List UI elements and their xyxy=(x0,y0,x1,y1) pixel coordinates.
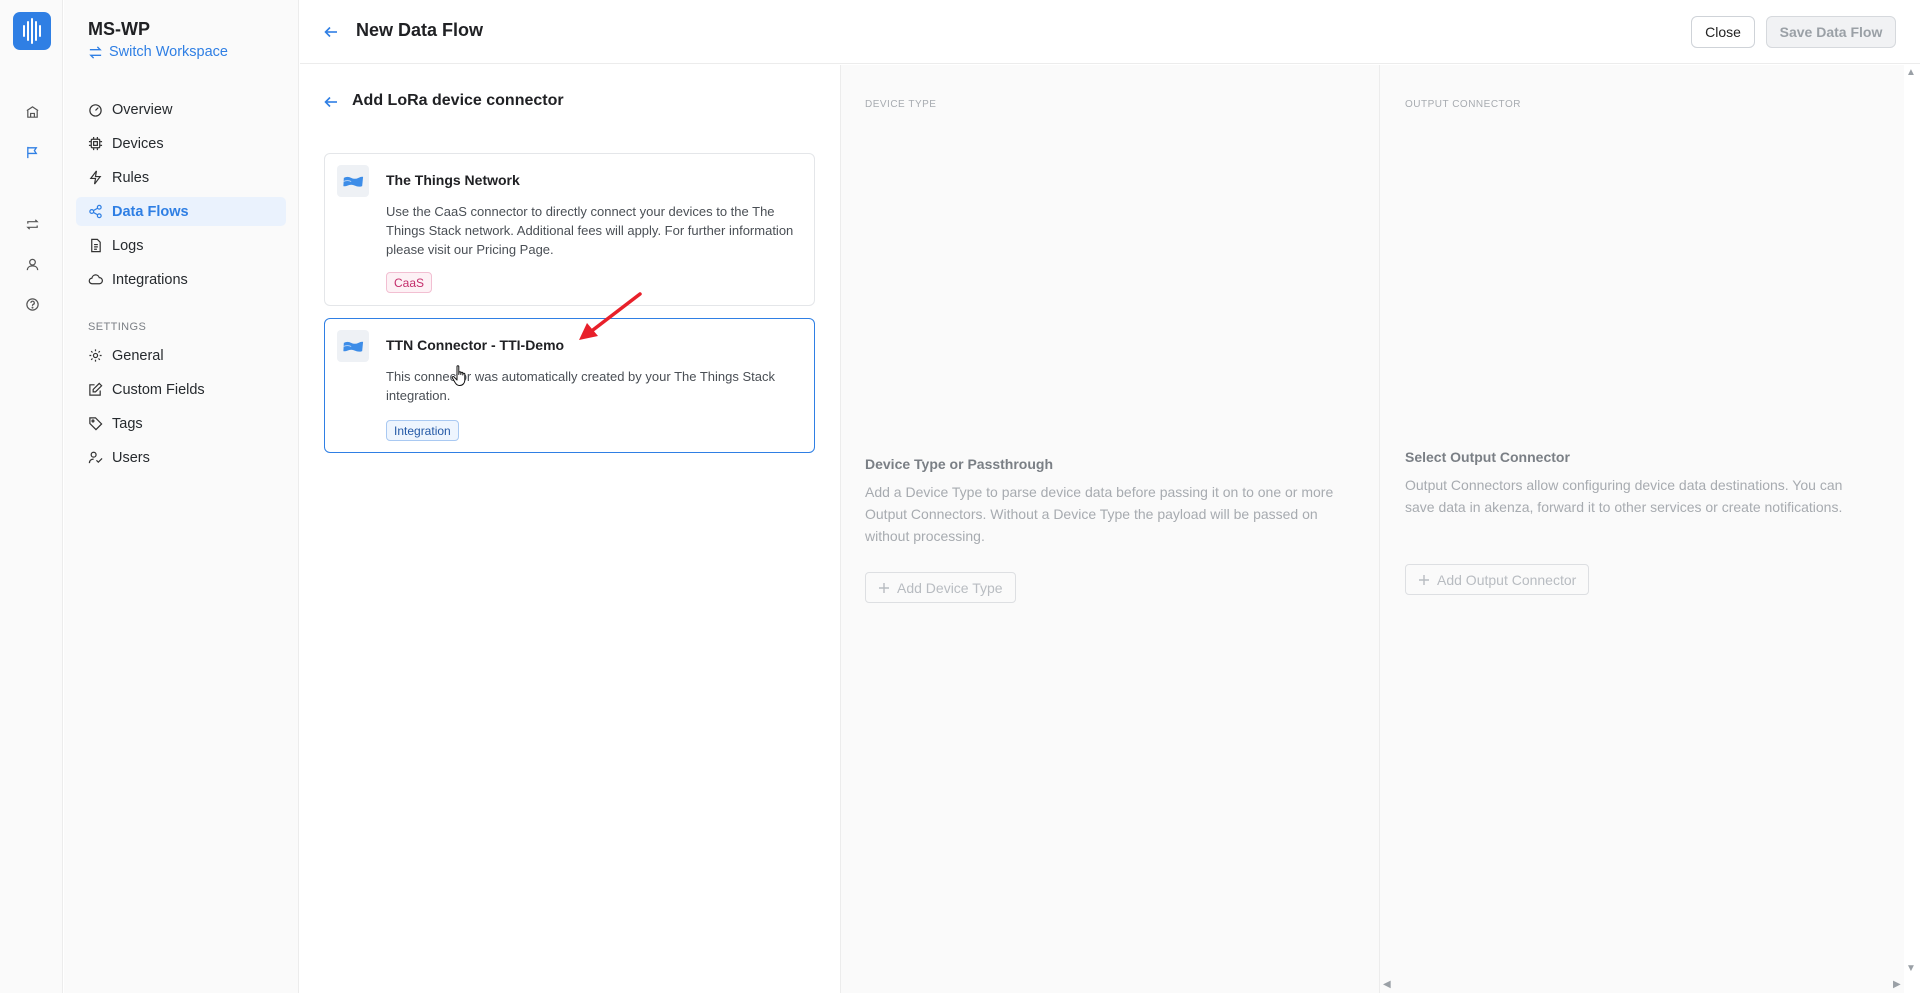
scroll-left-icon[interactable]: ◀ xyxy=(1383,979,1391,990)
add-output-connector-label: Add Output Connector xyxy=(1437,571,1577,588)
icon-rail xyxy=(0,0,63,993)
page-title: New Data Flow xyxy=(356,20,484,40)
tag-icon xyxy=(89,417,103,431)
tag-integration: Integration xyxy=(386,420,459,441)
switch-workspace-link[interactable]: Switch Workspace xyxy=(88,44,228,60)
output-connector-column: OUTPUT CONNECTOR Select Output Connector… xyxy=(1379,65,1904,993)
scroll-right-icon[interactable]: ▶ xyxy=(1893,979,1901,990)
output-connector-heading: OUTPUT CONNECTOR xyxy=(1405,99,1521,110)
nav-item-label: Integrations xyxy=(112,271,188,288)
nav-item-label: Logs xyxy=(112,237,144,254)
scroll-down-icon[interactable]: ▼ xyxy=(1906,963,1916,974)
nav-item-label: Custom Fields xyxy=(112,381,205,398)
flag-icon[interactable] xyxy=(20,140,44,164)
cloud-icon xyxy=(88,274,103,285)
help-icon[interactable] xyxy=(20,292,44,316)
device-type-title: Device Type or Passthrough xyxy=(865,456,1054,472)
nav-item-label: Rules xyxy=(112,169,150,186)
connector-panel: Add LoRa device connector The Things Net… xyxy=(300,65,839,993)
save-data-flow-button[interactable]: Save Data Flow xyxy=(1766,16,1896,48)
plus-icon xyxy=(1419,574,1429,585)
nav-item-overview[interactable]: Overview xyxy=(76,95,286,124)
card-description: Use the CaaS connector to directly conne… xyxy=(386,204,794,257)
scroll-up-icon[interactable]: ▲ xyxy=(1906,67,1916,78)
arrow-left-icon xyxy=(324,96,337,108)
nav-item-general[interactable]: General xyxy=(76,341,286,370)
log-icon xyxy=(91,238,101,253)
back-button[interactable] xyxy=(320,21,342,43)
nav-item-data-flows[interactable]: Data Flows xyxy=(76,197,286,226)
device-type-column: DEVICE TYPE Device Type or Passthrough A… xyxy=(840,65,1379,993)
card-description: This connector was automatically created… xyxy=(386,369,775,403)
swap-icon xyxy=(89,45,102,59)
nav-item-devices[interactable]: Devices xyxy=(76,129,286,158)
card-title: TTN Connector - TTI-Demo xyxy=(386,337,565,353)
nav-item-users[interactable]: Users xyxy=(76,443,286,472)
nav-item-label: Users xyxy=(112,449,150,466)
arrow-left-icon xyxy=(324,26,337,38)
share-icon xyxy=(89,204,102,219)
nav-item-custom-fields[interactable]: Custom Fields xyxy=(76,375,286,404)
ttn-logo-icon xyxy=(337,330,369,362)
gear-icon xyxy=(89,349,102,362)
users-icon xyxy=(88,451,103,464)
nav-item-rules[interactable]: Rules xyxy=(76,163,286,192)
home-icon[interactable] xyxy=(20,100,44,124)
nav-item-label: Devices xyxy=(112,135,164,152)
add-output-connector-button[interactable]: Add Output Connector xyxy=(1405,564,1590,595)
nav-item-tags[interactable]: Tags xyxy=(76,409,286,438)
device-type-heading: DEVICE TYPE xyxy=(865,99,937,110)
user-icon[interactable] xyxy=(20,252,44,276)
device-type-description: Add a Device Type to parse device data b… xyxy=(865,484,1334,544)
connector-card-the-things-network[interactable]: The Things Network Use the CaaS connecto… xyxy=(324,153,815,306)
close-button[interactable]: Close xyxy=(1691,16,1755,48)
output-connector-description: Output Connectors allow configuring devi… xyxy=(1405,477,1843,515)
settings-section-heading: SETTINGS xyxy=(88,321,147,333)
nav-item-label: Overview xyxy=(112,101,173,118)
tag-caas: CaaS xyxy=(386,272,433,293)
dashboard-icon xyxy=(89,104,102,117)
connector-panel-title: Add LoRa device connector xyxy=(352,92,564,109)
connector-card-ttn-connector[interactable]: TTN Connector - TTI-Demo This connector … xyxy=(324,318,815,453)
bolt-icon xyxy=(89,170,102,185)
card-title: The Things Network xyxy=(386,172,520,188)
app-logo[interactable] xyxy=(13,12,51,50)
repeat-icon[interactable] xyxy=(20,212,44,236)
output-connector-title: Select Output Connector xyxy=(1405,449,1570,465)
workspace-name: MS-WP xyxy=(88,19,150,39)
nav-item-logs[interactable]: Logs xyxy=(76,231,286,260)
nav-item-label: Tags xyxy=(112,415,143,432)
switch-workspace-label: Switch Workspace xyxy=(109,44,228,60)
connector-back-button[interactable] xyxy=(320,91,342,113)
nav-item-label: General xyxy=(112,347,164,364)
edit-icon xyxy=(89,382,103,396)
nav-sidebar: MS-WP Switch Workspace Overview Devices … xyxy=(64,0,299,993)
chip-icon xyxy=(88,136,103,151)
waveform-logo-icon xyxy=(23,18,41,44)
nav-item-integrations[interactable]: Integrations xyxy=(76,265,286,294)
add-device-type-button[interactable]: Add Device Type xyxy=(865,572,1016,603)
page-header: New Data Flow Close Save Data Flow xyxy=(300,0,1920,64)
ttn-logo-icon xyxy=(337,165,369,197)
plus-icon xyxy=(879,582,889,593)
add-device-type-label: Add Device Type xyxy=(897,579,1003,596)
nav-item-label: Data Flows xyxy=(112,203,189,220)
